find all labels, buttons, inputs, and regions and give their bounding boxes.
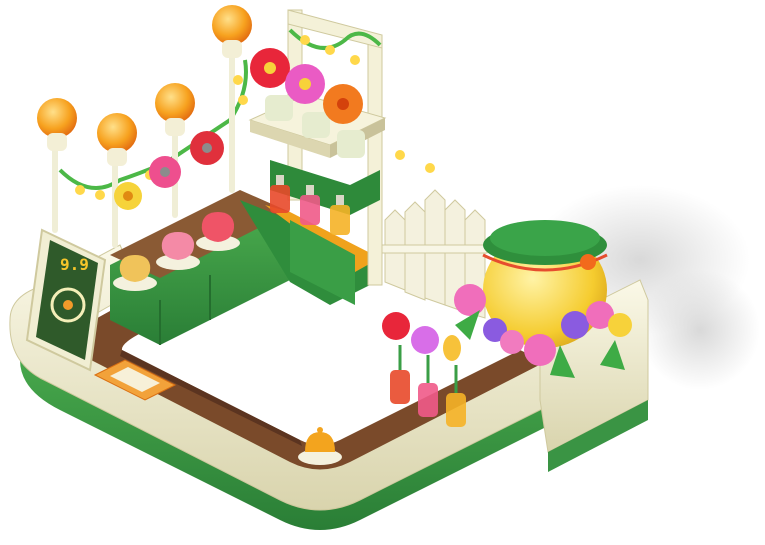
flower-icon bbox=[114, 182, 142, 210]
balloon-lamp-icon bbox=[97, 113, 137, 166]
flower-icon bbox=[149, 156, 181, 188]
balloon-lamp-icon bbox=[212, 5, 252, 58]
flower-icon bbox=[190, 131, 224, 165]
balloon-lamp-icon bbox=[155, 83, 195, 136]
perfume-bottle-icon bbox=[382, 312, 410, 404]
balloon-lamp-icon bbox=[37, 98, 77, 151]
price-text: 9.9 bbox=[60, 255, 89, 274]
flower-shop-scene: 9.9 bbox=[9, 5, 760, 530]
